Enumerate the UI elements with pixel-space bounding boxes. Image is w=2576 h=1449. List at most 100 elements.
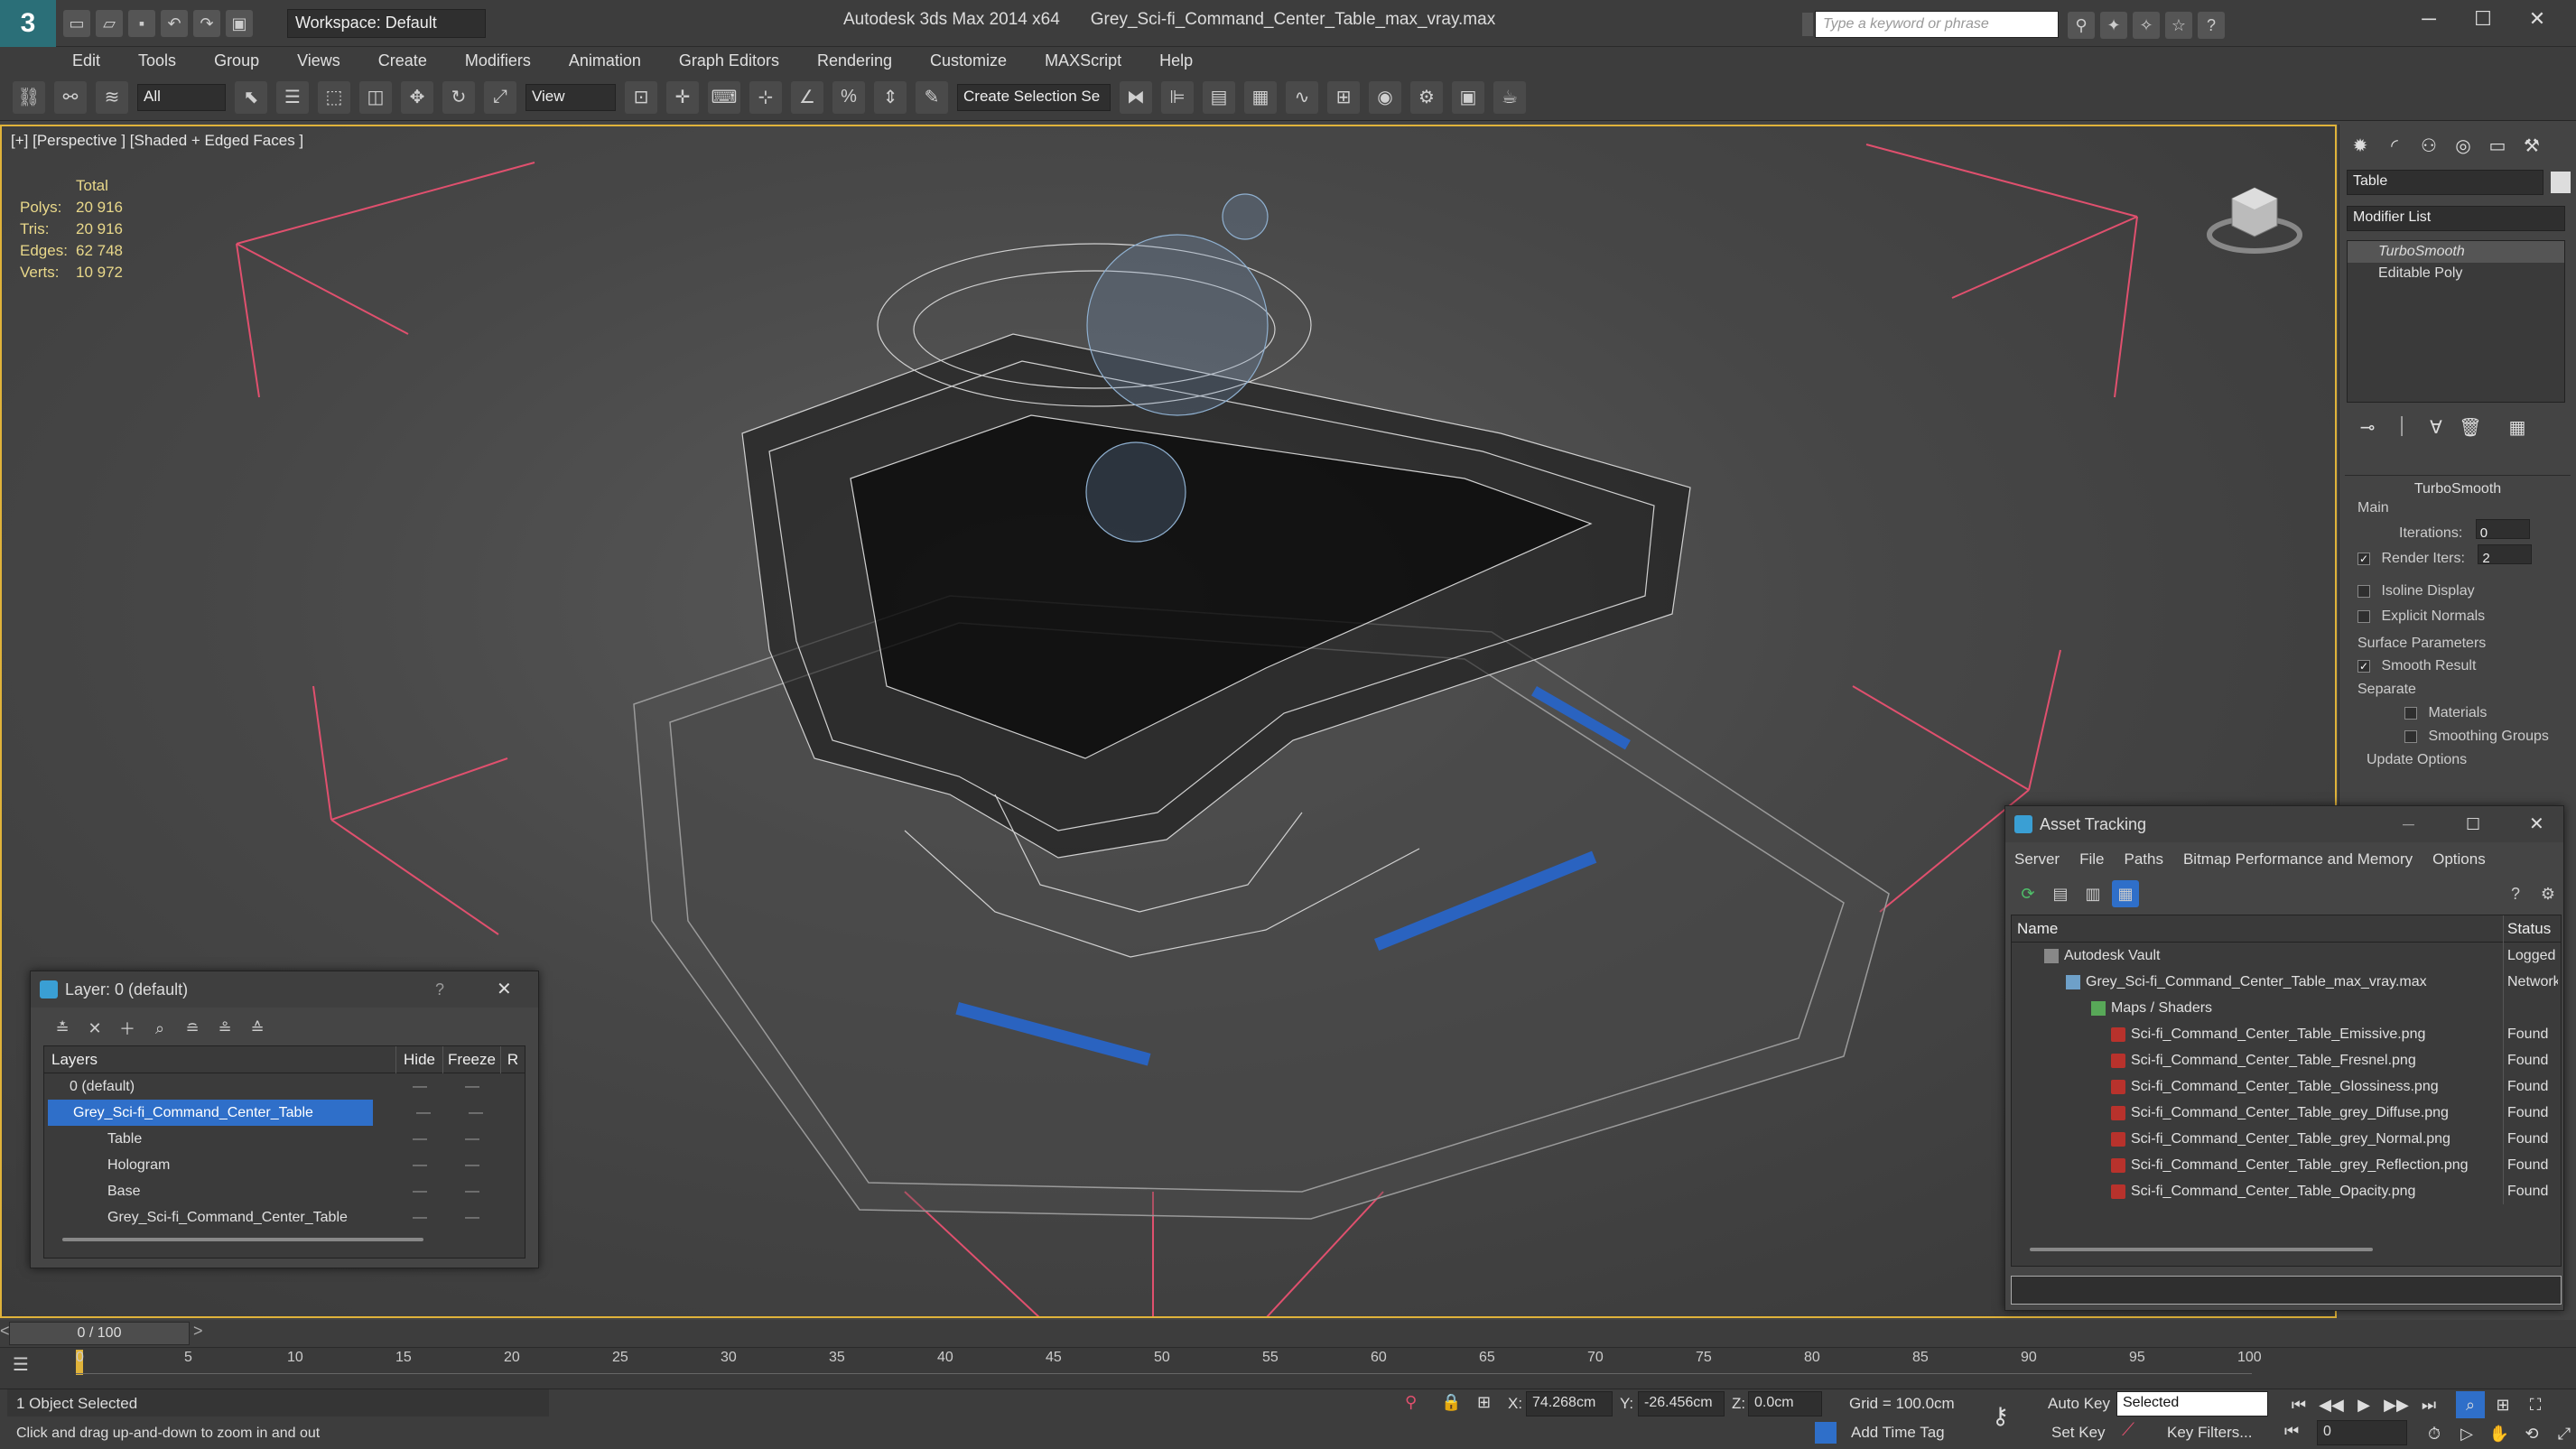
window-crossing-icon[interactable]: ◫ <box>359 80 392 114</box>
display-tab-icon[interactable]: ▭ <box>2482 132 2513 159</box>
maximize-icon[interactable]: ☐ <box>2456 7 2510 31</box>
modifier-list-dropdown[interactable]: Modifier List <box>2347 206 2565 231</box>
angle-snap-icon[interactable]: ∠ <box>791 80 823 114</box>
utilities-tab-icon[interactable]: ⚒ <box>2516 132 2547 159</box>
workspace-dropdown[interactable]: Workspace: Default <box>287 9 486 38</box>
col-render[interactable]: R <box>501 1046 525 1073</box>
layer-object-row[interactable]: Hologram — — <box>44 1152 525 1178</box>
col-status[interactable]: Status <box>2504 915 2558 943</box>
stack-item-turbosmooth[interactable]: TurboSmooth <box>2348 241 2564 263</box>
set-key-icon[interactable]: ⚷ <box>1992 1402 2009 1430</box>
zoom-extents-icon[interactable]: ⛶ <box>2521 1391 2550 1418</box>
key-mode-toggle-icon[interactable]: ⏮ <box>2284 1422 2299 1441</box>
modify-tab-icon[interactable]: ◜ <box>2379 132 2410 159</box>
menu-edit[interactable]: Edit <box>72 47 100 74</box>
favorites-star-icon[interactable]: ☆ <box>2165 12 2192 39</box>
play-icon[interactable]: ▶ <box>2349 1391 2378 1418</box>
select-and-link-icon[interactable]: ⛓ <box>13 80 45 114</box>
binoculars-icon[interactable]: ⚲ <box>2068 12 2095 39</box>
key-filters-icon[interactable]: ⟋ <box>2122 1420 2134 1441</box>
asset-menu-bitmap-performance[interactable]: Bitmap Performance and Memory <box>2183 850 2413 868</box>
close-icon[interactable]: ✕ <box>497 971 512 1008</box>
open-file-icon[interactable]: ▱ <box>96 10 123 37</box>
pan-icon[interactable]: ✋ <box>2485 1420 2514 1447</box>
render-setup-icon[interactable]: ⚙ <box>1410 80 1443 114</box>
smooth-result-checkbox[interactable]: ✓ <box>2357 659 2370 673</box>
undo-icon[interactable]: ↶ <box>161 10 188 37</box>
zoom-all-icon[interactable]: ⊞ <box>2488 1391 2517 1418</box>
hide-all-layers-icon[interactable]: ≗ <box>211 1015 238 1042</box>
pin-stack-icon[interactable]: ⊸ <box>2352 413 2383 441</box>
material-editor-icon[interactable]: ◉ <box>1369 80 1401 114</box>
new-file-icon[interactable]: ▭ <box>63 10 90 37</box>
asset-row[interactable]: Grey_Sci-fi_Command_Center_Table_max_vra… <box>2012 969 2561 995</box>
selection-filter-dropdown[interactable]: All <box>137 83 226 111</box>
hierarchy-tab-icon[interactable]: ⚇ <box>2413 132 2444 159</box>
time-configuration-icon[interactable]: ⏱ <box>2420 1420 2449 1447</box>
render-iters-spinner[interactable]: 2 <box>2478 544 2533 566</box>
align-icon[interactable]: ⊫ <box>1161 80 1194 114</box>
smoothing-groups-checkbox[interactable] <box>2404 729 2417 743</box>
asset-row[interactable]: Sci-fi_Command_Center_Table_grey_Diffuse… <box>2012 1100 2561 1126</box>
delete-layer-icon[interactable]: ✕ <box>81 1015 108 1042</box>
track-bar[interactable]: ☰ 0 5 10 15 20 25 30 35 40 45 50 55 60 6… <box>0 1347 2576 1389</box>
render-iters-checkbox[interactable]: ✓ <box>2357 552 2370 565</box>
auto-key-button[interactable]: Auto Key <box>2048 1395 2110 1413</box>
explicit-normals-checkbox[interactable] <box>2357 609 2370 623</box>
menu-group[interactable]: Group <box>214 47 259 74</box>
previous-frame-icon[interactable]: ◀◀ <box>2317 1391 2346 1418</box>
menu-customize[interactable]: Customize <box>930 47 1007 74</box>
menu-maxscript[interactable]: MAXScript <box>1045 47 1121 74</box>
next-frame-arrow-icon[interactable]: > <box>193 1322 203 1341</box>
select-and-move-icon[interactable]: ✥ <box>401 80 433 114</box>
maximize-viewport-icon[interactable]: ⤢ <box>2550 1420 2576 1447</box>
viewport-label[interactable]: [+] [Perspective ] [Shaded + Edged Faces… <box>11 132 303 150</box>
select-layer-objects-icon[interactable]: ⌕ <box>146 1015 173 1042</box>
absolute-mode-icon[interactable]: ⊞ <box>1477 1393 1491 1412</box>
isoline-checkbox[interactable] <box>2357 584 2370 598</box>
asset-row[interactable]: Autodesk Vault Logged <box>2012 943 2561 969</box>
orbit-icon[interactable]: ⟲ <box>2517 1420 2546 1447</box>
maximize-icon[interactable]: ☐ <box>2466 806 2480 842</box>
iterations-spinner[interactable]: 0 <box>2475 519 2530 541</box>
menu-modifiers[interactable]: Modifiers <box>465 47 531 74</box>
col-hide[interactable]: Hide <box>396 1045 443 1073</box>
asset-menu-server[interactable]: Server <box>2014 850 2060 868</box>
help-icon[interactable]: ? <box>2502 880 2529 907</box>
layer-row[interactable]: 0 (default) — — <box>44 1073 525 1100</box>
project-folder-icon[interactable]: ▣ <box>226 10 253 37</box>
graphite-ribbon-icon[interactable]: ▦ <box>1244 80 1277 114</box>
make-unique-icon[interactable]: ∀ <box>2421 413 2451 441</box>
rollout-title[interactable]: TurboSmooth <box>2345 481 2571 497</box>
save-icon[interactable]: ▪ <box>128 10 155 37</box>
y-coordinate-field[interactable]: -26.456cm <box>1638 1391 1725 1416</box>
asset-path-field[interactable] <box>2011 1276 2562 1305</box>
col-layers[interactable]: Layers <box>44 1045 396 1073</box>
settings-icon[interactable]: ⚙ <box>2534 880 2562 907</box>
schematic-view-icon[interactable]: ⊞ <box>1327 80 1360 114</box>
go-to-end-icon[interactable]: ⏭ <box>2414 1391 2443 1418</box>
select-manipulate-icon[interactable]: ✛ <box>666 80 699 114</box>
selection-lock-icon[interactable]: 🔒 <box>1441 1393 1461 1412</box>
freeze-all-layers-icon[interactable]: ≙ <box>244 1015 271 1042</box>
asset-horizontal-scrollbar[interactable] <box>2030 1248 2373 1251</box>
asset-row[interactable]: Sci-fi_Command_Center_Table_Glossiness.p… <box>2012 1073 2561 1100</box>
select-by-name-icon[interactable]: ☰ <box>276 80 309 114</box>
configure-sets-icon[interactable]: ▦ <box>2502 413 2533 441</box>
menu-help[interactable]: Help <box>1159 47 1193 74</box>
redo-icon[interactable]: ↷ <box>193 10 220 37</box>
curve-editor-icon[interactable]: ∿ <box>1286 80 1318 114</box>
table-view-icon[interactable]: ▥ <box>2079 880 2106 907</box>
object-name-field[interactable]: Table <box>2347 170 2543 195</box>
z-coordinate-field[interactable]: 0.0cm <box>1748 1391 1822 1416</box>
layer-object-row[interactable]: Base — — <box>44 1178 525 1204</box>
grid-view-icon[interactable]: ▦ <box>2112 880 2139 907</box>
isolate-icon[interactable]: ⚲ <box>1405 1393 1417 1412</box>
asset-row[interactable]: Sci-fi_Command_Center_Table_grey_Reflect… <box>2012 1152 2561 1178</box>
unlink-icon[interactable]: ⚯ <box>54 80 87 114</box>
prev-frame-arrow-icon[interactable]: < <box>0 1322 10 1341</box>
refresh-icon[interactable]: ⟳ <box>2014 880 2041 907</box>
search-toggle-icon[interactable] <box>1802 13 1813 36</box>
add-time-tag[interactable]: Add Time Tag <box>1851 1424 1945 1442</box>
select-and-scale-icon[interactable]: ⤢ <box>484 80 516 114</box>
